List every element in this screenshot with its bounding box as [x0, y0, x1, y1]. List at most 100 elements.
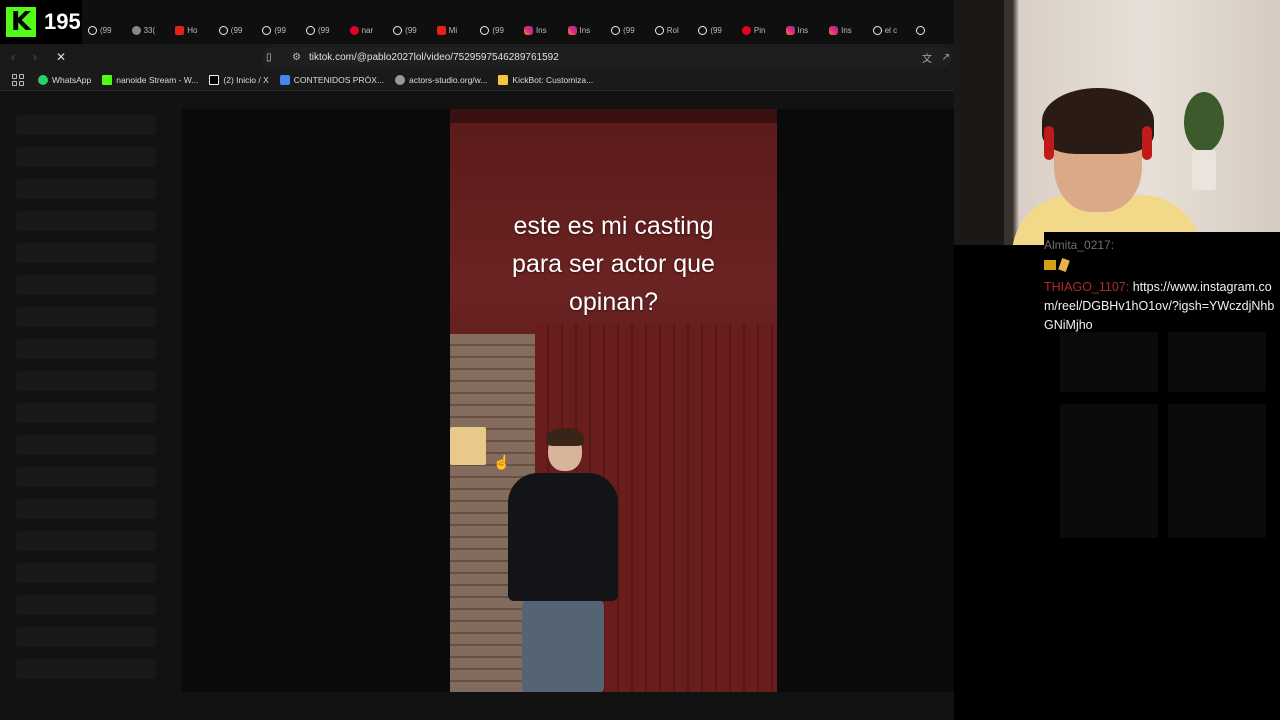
plant: [1184, 92, 1224, 152]
tiktok-icon: [480, 25, 490, 35]
browser-tab[interactable]: Ins: [780, 19, 824, 41]
bookmark-icon[interactable]: ▯: [266, 52, 276, 63]
bookmark-label: CONTENIDOS PRÓX...: [293, 75, 384, 85]
tab-label: (99: [623, 25, 635, 35]
tab-label: Mi: [448, 25, 458, 35]
instagram-icon: [523, 25, 533, 35]
skeleton-row: [16, 211, 156, 231]
viewer-count: 195: [44, 9, 81, 34]
address-bar[interactable]: ▯ ⚙ tiktok.com/@pablo2027lol/video/75295…: [262, 47, 952, 67]
tab-label: (99: [405, 25, 417, 35]
video-wall-lamp: [450, 427, 486, 465]
browser-tab[interactable]: (99: [213, 19, 257, 41]
skeleton-row: [16, 499, 156, 519]
bookmark-actors-studio[interactable]: actors-studio.org/w...: [395, 75, 487, 85]
tiktok-icon: [916, 25, 926, 35]
browser-tab[interactable]: (99: [474, 19, 518, 41]
chat-ghost-block: [1060, 404, 1158, 538]
tab-label: (99: [100, 25, 112, 35]
browser-tab[interactable]: nar: [344, 19, 388, 41]
browser-tab[interactable]: (99: [387, 19, 431, 41]
kickbot-icon: [498, 75, 509, 85]
skeleton-row: [16, 243, 156, 263]
tab-label: (99: [492, 25, 504, 35]
browser-tab[interactable]: Ins: [823, 19, 867, 41]
tab-strip: (99 33(Ho (99 (99 (99 nar (99 Mi (99 Ins Ins (99 Rol…: [82, 18, 954, 42]
bookmark-kickbot[interactable]: KickBot: Customiza...: [498, 75, 593, 85]
browser-tab[interactable]: el c: [867, 19, 911, 41]
webcam-overlay: [954, 0, 1280, 245]
browser-tab[interactable]: (99: [300, 19, 344, 41]
kick-logo-icon: K: [6, 7, 36, 37]
skeleton-row: [16, 531, 156, 551]
tab-label: Ins: [841, 25, 852, 35]
tab-label: 33(: [143, 25, 156, 35]
browser-tab[interactable]: Mi: [431, 19, 475, 41]
bookmark-whatsapp[interactable]: WhatsApp: [38, 75, 91, 85]
url-text[interactable]: tiktok.com/@pablo2027lol/video/752959754…: [309, 52, 559, 63]
tab-label: (99: [317, 25, 330, 35]
browser-tab[interactable]: Ins: [562, 19, 606, 41]
skeleton-row: [16, 179, 156, 199]
share-icon[interactable]: ↗: [942, 52, 950, 63]
translate-icon[interactable]: 文: [922, 50, 932, 65]
bookmark-contenidos[interactable]: CONTENIDOS PRÓX...: [279, 75, 384, 85]
chat-partial-username: Almita_0217:: [1044, 238, 1115, 252]
tiktok-icon: [611, 25, 621, 35]
back-button[interactable]: ‹: [4, 48, 22, 66]
sidebar-loading-skeleton: [16, 115, 156, 691]
bookmark-label: (2) Inicio / X: [223, 75, 269, 85]
kick-viewer-badge: K 195: [0, 0, 82, 44]
bookmark-x-inicio[interactable]: (2) Inicio / X: [209, 75, 269, 85]
x-icon: [209, 75, 220, 85]
tab-label: (99: [710, 25, 722, 35]
tiktok-icon: [872, 25, 882, 35]
video-player-area[interactable]: este es mi casting para ser actor que op…: [182, 109, 954, 692]
forward-button[interactable]: ›: [26, 48, 44, 66]
browser-tab[interactable]: 33(: [126, 19, 170, 41]
browser-tab[interactable]: (99: [692, 19, 736, 41]
browser-tab[interactable]: Ho: [169, 19, 213, 41]
skeleton-row: [16, 115, 156, 135]
skeleton-row: [16, 371, 156, 391]
stop-loading-button[interactable]: ✕: [52, 48, 70, 66]
skeleton-row: [16, 467, 156, 487]
skeleton-row: [16, 275, 156, 295]
mouse-cursor-icon: ☝: [493, 454, 511, 470]
skeleton-row: [16, 435, 156, 455]
browser-tab[interactable]: (99: [256, 19, 300, 41]
browser-tab[interactable]: Rol: [649, 19, 693, 41]
apps-grid-icon[interactable]: [12, 74, 24, 86]
headphones-icon: [1044, 126, 1054, 160]
youtube-icon: [436, 25, 446, 35]
instagram-icon: [829, 25, 839, 35]
tab-label: Ho: [187, 25, 198, 35]
browser-tab[interactable]: Pin: [736, 19, 780, 41]
skeleton-row: [16, 147, 156, 167]
video-frame[interactable]: este es mi casting para ser actor que op…: [450, 109, 777, 692]
site-info-icon[interactable]: ⚙: [292, 52, 301, 63]
bookmark-nanoide-stream[interactable]: nanoide Stream - W...: [102, 75, 198, 85]
video-caption: este es mi casting para ser actor que op…: [450, 207, 777, 321]
skeleton-row: [16, 627, 156, 647]
browser-tab[interactable]: Ins: [518, 19, 562, 41]
bookmark-label: KickBot: Customiza...: [512, 75, 594, 85]
caption-line: opinan?: [569, 288, 658, 316]
browser-tab[interactable]: (99: [605, 19, 649, 41]
tab-label: Ins: [797, 25, 809, 35]
caption-line: este es mi casting: [513, 212, 714, 240]
instagram-icon: [567, 25, 577, 35]
caption-line: para ser actor que: [512, 250, 715, 278]
tiktok-icon: [654, 25, 664, 35]
skeleton-row: [16, 307, 156, 327]
chat-ghost-block: [1168, 404, 1266, 538]
bookmark-label: actors-studio.org/w...: [409, 75, 488, 85]
tiktok-page: este es mi casting para ser actor que op…: [0, 91, 954, 720]
browser-tab[interactable]: (99: [82, 19, 126, 41]
chat-username[interactable]: THIAGO_1107:: [1044, 280, 1129, 294]
skeleton-row: [16, 403, 156, 423]
browser-tab[interactable]: [910, 19, 954, 41]
tab-label: el c: [884, 25, 898, 35]
tab-label: (99: [230, 25, 243, 35]
browser-window: (99 33(Ho (99 (99 (99 nar (99 Mi (99 Ins Ins (99 Rol…: [0, 0, 954, 720]
